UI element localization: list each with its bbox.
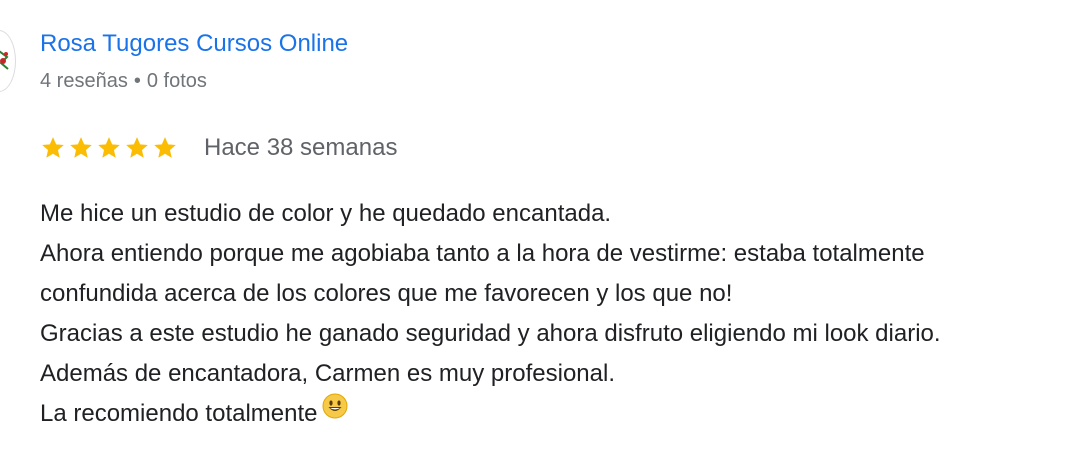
star-icon: [124, 135, 150, 161]
meta-separator: •: [133, 70, 141, 92]
review-line-last: La recomiendo totalmente: [40, 392, 1080, 434]
avatar-logo-icon: [0, 50, 9, 70]
star-icon: [96, 135, 122, 161]
review-line: Gracias a este estudio he ganado segurid…: [40, 320, 941, 347]
review-card: Rosa Tugores Cursos Online 4 reseñas • 0 f…: [0, 0, 1080, 456]
star-icon: [68, 135, 94, 161]
author-avatar[interactable]: [0, 30, 16, 92]
review-count: 4 reseñas: [40, 70, 128, 92]
star-icon: [40, 135, 66, 161]
photo-count: 0 fotos: [146, 70, 207, 92]
author-name-link[interactable]: Rosa Tugores Cursos Online: [40, 30, 348, 58]
review-line-text: La recomiendo totalmente: [40, 400, 318, 427]
review-line: Ahora entiendo porque me agobiaba tanto …: [40, 240, 925, 267]
review-line: confundida acerca de los colores que me …: [40, 280, 733, 307]
review-line: Además de encantadora, Carmen es muy pro…: [40, 360, 615, 387]
review-line: Me hice un estudio de color y he quedado…: [40, 200, 612, 227]
star-icon: [152, 135, 178, 161]
author-meta: 4 reseñas • 0 fotos: [40, 70, 207, 93]
review-rating: Hace 38 semanas: [40, 134, 397, 162]
star-rating: [40, 135, 178, 161]
review-time: Hace 38 semanas: [204, 134, 398, 161]
review-text: Me hice un estudio de color y he quedado…: [40, 194, 1080, 434]
smiling-face-emoji-icon: [322, 392, 348, 432]
